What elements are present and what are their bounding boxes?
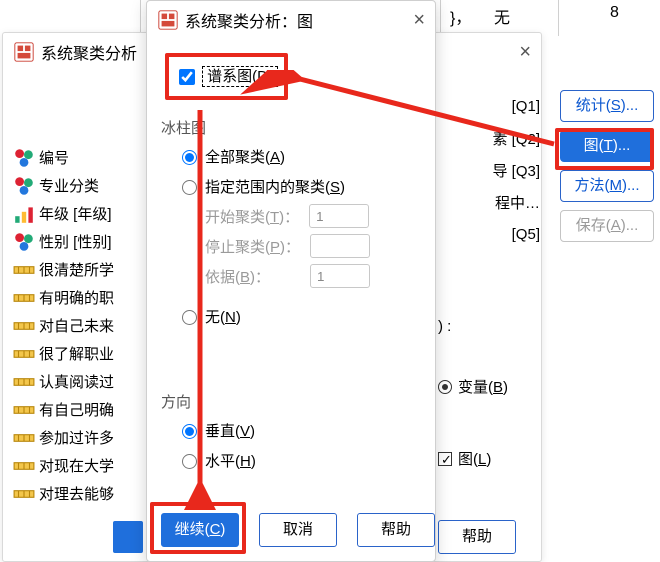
child-help-button[interactable]: 帮助: [357, 513, 435, 547]
variable-label: 年级 [年级]: [39, 203, 112, 224]
nominal-icon: [13, 175, 35, 195]
nominal-icon: [13, 147, 35, 167]
save-button: 保存(A)...: [560, 210, 654, 242]
scale-icon: [13, 427, 35, 447]
variable-label: 专业分类: [39, 175, 99, 196]
plots-dialog-close[interactable]: ×: [413, 9, 425, 32]
variable-label: 性别 [性别]: [39, 231, 112, 252]
app-icon: [13, 41, 35, 63]
variable-label: 有明确的职: [39, 287, 114, 308]
plots-button[interactable]: 图(T)...: [560, 130, 654, 162]
scale-icon: [13, 371, 35, 391]
variable-label: 认真阅读过: [39, 371, 114, 392]
bg-cell-1: }，: [450, 4, 471, 28]
annotation-arrows: [170, 70, 570, 510]
variable-label: 很清楚所学: [39, 259, 114, 280]
cancel-button[interactable]: 取消: [259, 513, 337, 547]
variable-label: 对理去能够: [39, 483, 114, 504]
scale-icon: [13, 399, 35, 419]
scale-icon: [13, 483, 35, 503]
variable-label: 对自己未来: [39, 315, 114, 336]
variable-label: 有自己明确: [39, 399, 114, 420]
continue-button[interactable]: 继续(C): [161, 513, 239, 547]
scale-icon: [13, 259, 35, 279]
scale-icon: [13, 315, 35, 335]
plots-dialog-title: 系统聚类分析：图: [185, 8, 313, 32]
bg-cell-3: 8: [610, 4, 619, 22]
scale-icon: [13, 343, 35, 363]
parent-help-button[interactable]: 帮助: [438, 520, 516, 554]
bg-cell-2: 无: [494, 4, 510, 28]
variable-label: 很了解职业: [39, 343, 114, 364]
nominal-icon: [13, 231, 35, 251]
variable-label: 编号: [39, 147, 69, 168]
ordinal-icon: [13, 203, 35, 223]
cluster-dialog-title: 系统聚类分析: [41, 40, 137, 64]
app-icon: [157, 9, 179, 31]
cluster-dialog-close[interactable]: ×: [519, 41, 531, 64]
variable-label: 对现在大学: [39, 455, 114, 476]
parent-primary-button-edge[interactable]: [113, 521, 143, 553]
method-button[interactable]: 方法(M)...: [560, 170, 654, 202]
scale-icon: [13, 287, 35, 307]
scale-icon: [13, 455, 35, 475]
stats-button[interactable]: 统计(S)...: [560, 90, 654, 122]
variable-label: 参加过许多: [39, 427, 114, 448]
